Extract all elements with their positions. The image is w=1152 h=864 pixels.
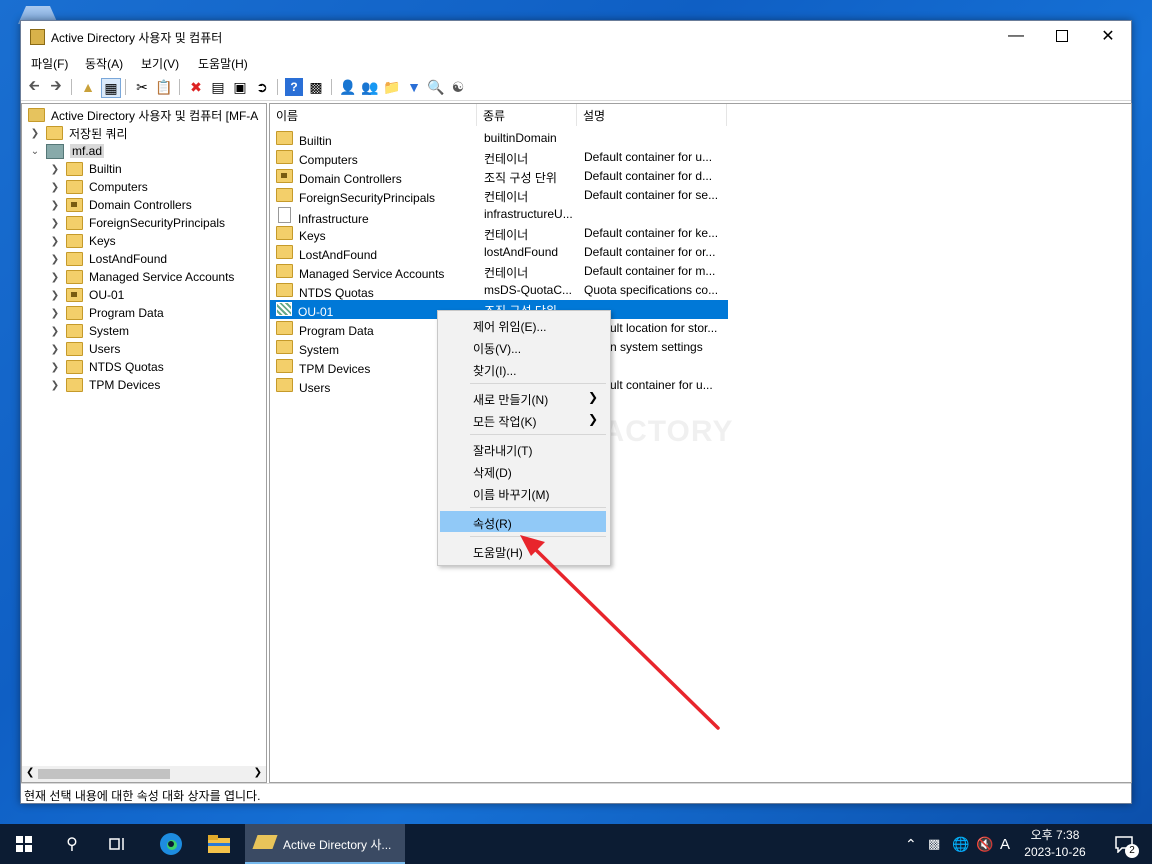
taskbar-ad-app[interactable]: Active Directory 사... bbox=[245, 824, 405, 864]
search-icon[interactable]: ⚲ bbox=[52, 824, 92, 864]
edge-browser-icon[interactable] bbox=[150, 824, 192, 864]
windows-logo-icon bbox=[16, 836, 32, 852]
notification-center-icon[interactable]: 2 bbox=[1104, 824, 1144, 864]
system-clock[interactable]: 오후 7:38 2023-10-26 bbox=[1020, 827, 1090, 861]
taskbar: ⚲ Active Directory 사... ⌃ ▩ 🌐 🔇 A 오후 7:3… bbox=[0, 824, 1152, 864]
ad-app-icon bbox=[252, 835, 278, 849]
tray-chevron-up-icon[interactable]: ⌃ bbox=[905, 824, 917, 864]
globe-icon[interactable]: 🌐 bbox=[952, 824, 969, 864]
annotation-arrow bbox=[520, 535, 720, 730]
start-button[interactable] bbox=[0, 824, 48, 864]
task-view-icon[interactable] bbox=[98, 824, 138, 864]
ime-indicator[interactable]: A bbox=[1000, 824, 1010, 864]
volume-muted-icon[interactable]: 🔇 bbox=[976, 824, 993, 864]
notification-count-badge: 2 bbox=[1125, 844, 1139, 858]
file-explorer-icon[interactable] bbox=[198, 824, 240, 864]
network-icon[interactable]: ▩ bbox=[928, 824, 940, 864]
